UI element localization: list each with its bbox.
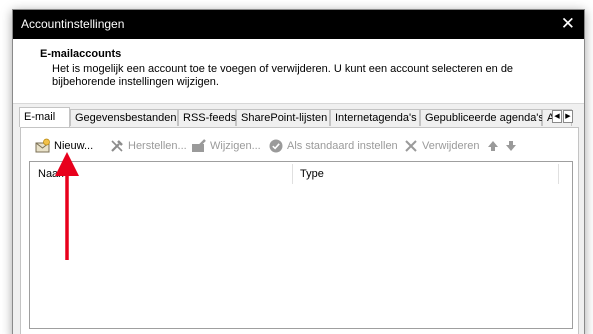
remove-icon [405, 140, 417, 152]
change-icon [192, 139, 206, 152]
tab-gegevensbestanden[interactable]: Gegevensbestanden [70, 109, 178, 126]
column-header-type[interactable]: Type [300, 168, 324, 180]
close-icon[interactable]: ✕ [561, 14, 575, 34]
window-title: Accountinstellingen [21, 17, 125, 31]
repair-button[interactable]: Herstellen... [109, 138, 187, 154]
dialog-header: E-mailaccounts Het is mogelijk een accou… [13, 39, 584, 104]
tab-scroll-right-button[interactable]: ▶ [563, 110, 573, 123]
header-title: E-mailaccounts [40, 48, 122, 60]
tab-gepubliceerde-agendas[interactable]: Gepubliceerde agenda's [420, 109, 544, 126]
account-settings-dialog: Accountinstellingen ✕ E-mailaccounts Het… [12, 9, 585, 334]
change-label: Wijzigen... [210, 140, 261, 152]
email-tab-panel: Nieuw... Herstellen... Wijzigen... Als s… [20, 127, 579, 334]
remove-button[interactable]: Verwijderen [403, 138, 480, 154]
tab-scroll-left-button[interactable]: ◀ [552, 110, 562, 123]
tab-strip: E-mail Gegevensbestanden RSS-feeds Share… [19, 107, 580, 127]
repair-label: Herstellen... [128, 140, 187, 152]
account-list[interactable]: Naam Type [29, 161, 573, 329]
tools-icon [111, 140, 123, 152]
remove-label: Verwijderen [422, 140, 480, 152]
header-description: Het is mogelijk een account toe te voege… [52, 63, 514, 88]
tab-rss-feeds[interactable]: RSS-feeds [178, 109, 236, 126]
title-bar: Accountinstellingen ✕ [13, 10, 584, 39]
new-account-icon [35, 138, 50, 153]
set-default-label: Als standaard instellen [287, 140, 398, 152]
change-button[interactable]: Wijzigen... [191, 138, 261, 154]
red-arrow-annotation [55, 152, 79, 260]
checkmark-circle-icon [269, 139, 283, 153]
screenshot-stage: Accountinstellingen ✕ E-mailaccounts Het… [0, 0, 593, 334]
move-up-button[interactable] [485, 138, 499, 154]
arrow-up-icon [488, 141, 498, 151]
column-divider[interactable] [292, 164, 293, 184]
move-down-button[interactable] [503, 138, 517, 154]
tab-e-mail[interactable]: E-mail [19, 107, 70, 127]
column-divider[interactable] [558, 164, 559, 184]
set-default-button[interactable]: Als standaard instellen [268, 138, 398, 154]
tab-sharepoint-lijsten[interactable]: SharePoint-lijsten [236, 109, 330, 126]
arrow-down-icon [506, 141, 516, 151]
tab-internetagendas[interactable]: Internetagenda's [330, 109, 420, 126]
